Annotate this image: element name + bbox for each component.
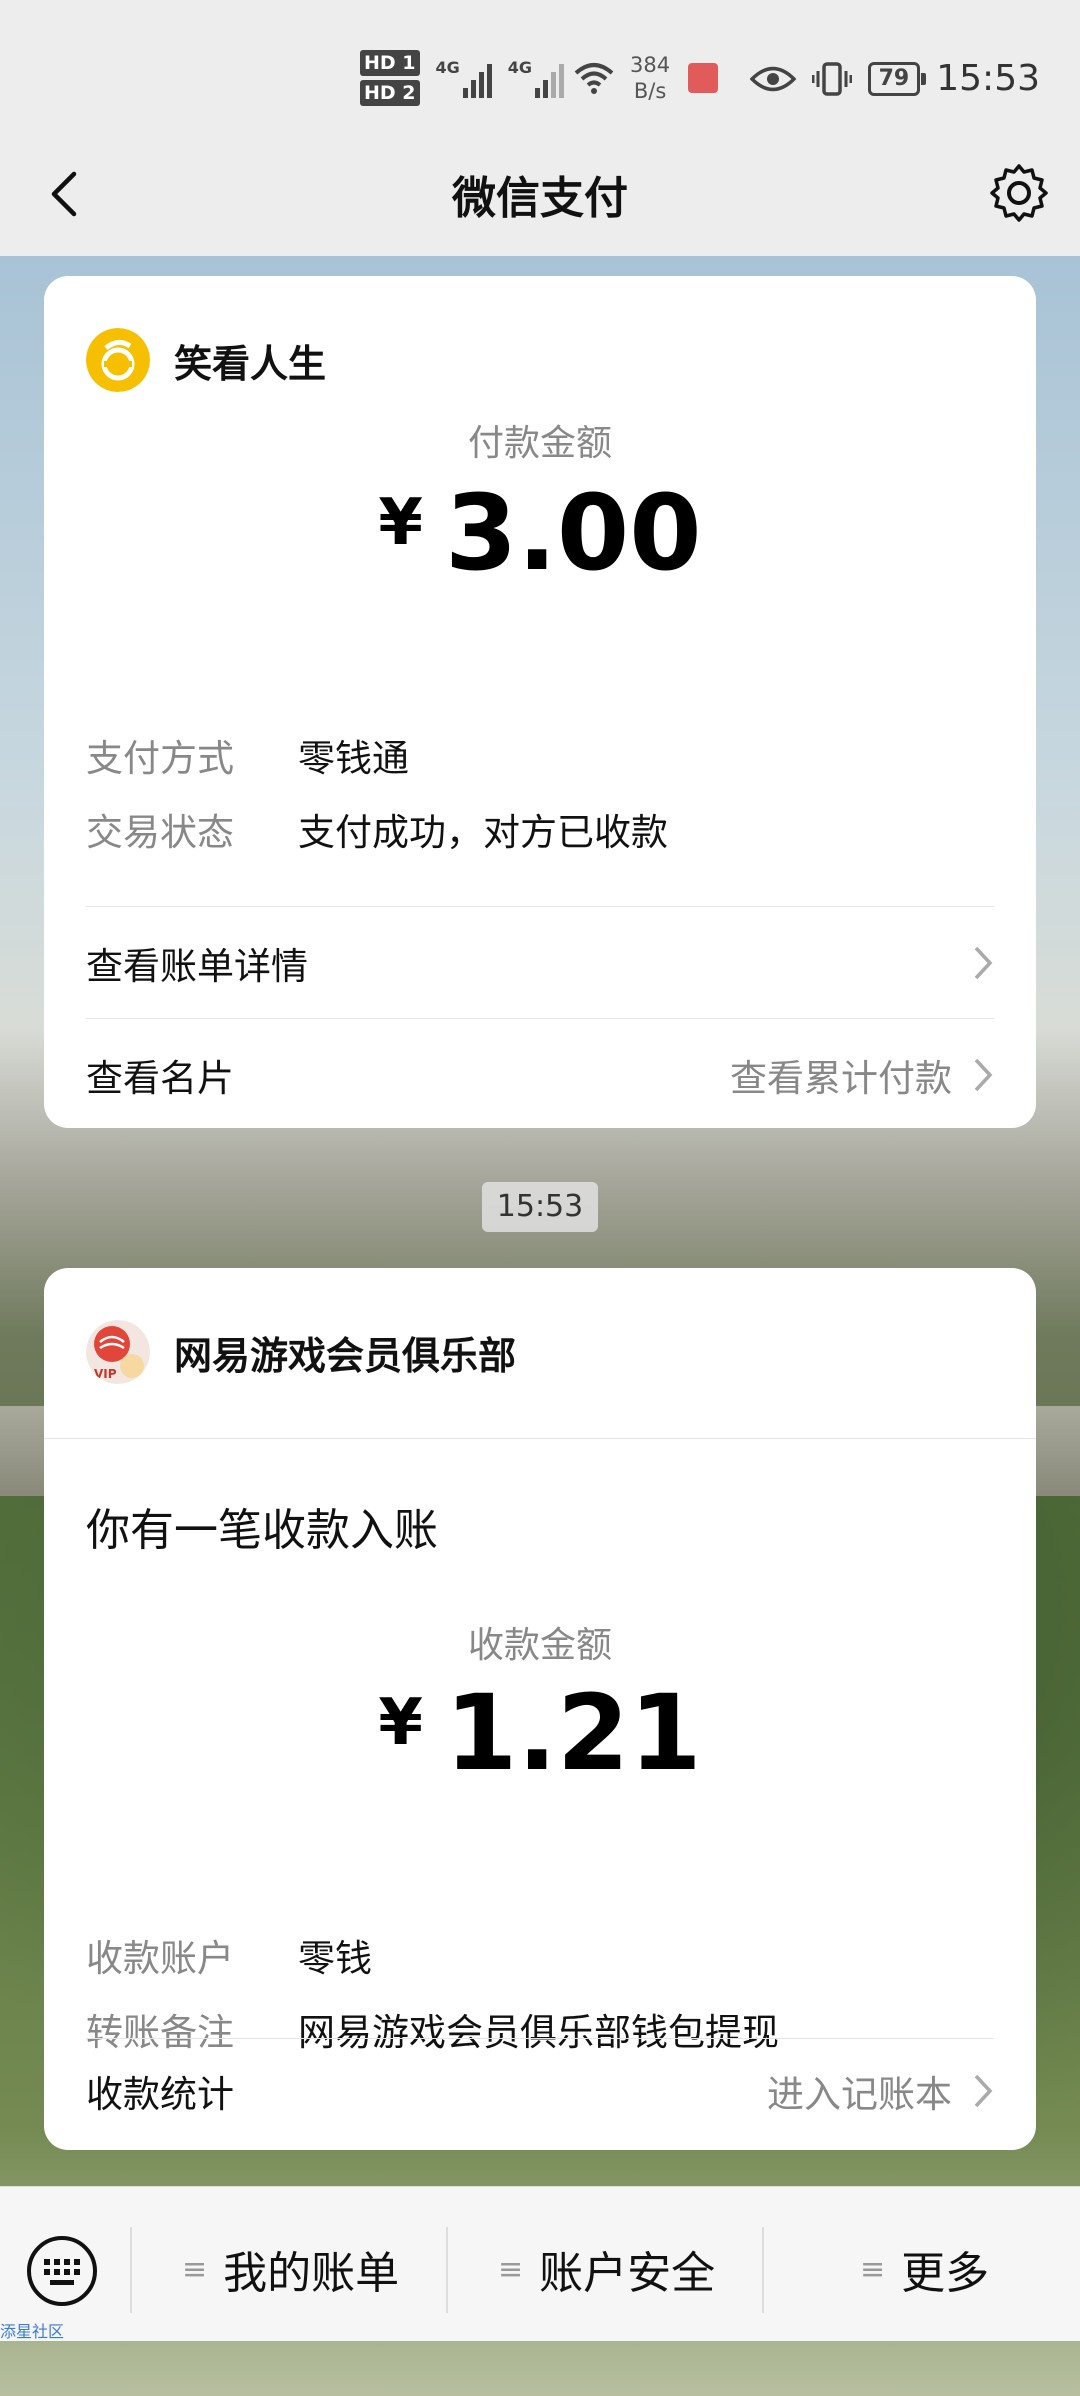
cumulative-label: 查看累计付款 — [730, 1057, 952, 1100]
divider — [86, 1018, 994, 1019]
tab-label: 账户安全 — [539, 2248, 716, 2299]
status-right: 79 15:53 — [749, 58, 1040, 99]
keyboard-icon[interactable] — [26, 2235, 98, 2307]
income-stats-link[interactable]: 收款统计 进入记账本 — [86, 2046, 994, 2136]
income-stats-label: 收款统计 — [86, 2073, 234, 2116]
currency-symbol: ¥ — [378, 486, 423, 560]
network-speed: 384 B/s — [630, 52, 670, 104]
tab-separator — [130, 2227, 132, 2313]
tab-label: 我的账单 — [223, 2248, 400, 2299]
chevron-right-icon — [974, 1058, 993, 1092]
chevron-right-icon — [974, 946, 993, 980]
merchant-header[interactable]: 笑看人生 — [86, 328, 326, 392]
gear-icon[interactable] — [988, 162, 1050, 224]
wifi-icon — [574, 63, 614, 94]
row-key: 交易状态 — [86, 811, 234, 854]
cumulative-payment-link[interactable]: 查看累计付款 — [730, 1048, 994, 1102]
svg-text:VIP: VIP — [94, 1367, 117, 1381]
signal1-icon: 4G — [436, 58, 492, 98]
merchant-card-link[interactable]: 查看名片 查看累计付款 — [86, 1030, 994, 1120]
merchant-logo-icon — [86, 328, 150, 392]
status-bar: HD 1 HD 2 4G 4G 384 B/s 79 15:53 — [0, 0, 1080, 150]
sim-badges: HD 1 HD 2 — [360, 48, 420, 108]
net1-label: 4G — [435, 58, 460, 77]
status-left: HD 1 HD 2 4G 4G 384 B/s — [360, 48, 719, 108]
merchant-avatar: VIP — [86, 1320, 150, 1384]
detail-row-account: 收款账户 零钱 — [86, 1928, 372, 1982]
tab-separator — [762, 2227, 764, 2313]
detail-row-status: 交易状态 支付成功，对方已收款 — [86, 802, 668, 856]
merchant-header[interactable]: VIP 网易游戏会员俱乐部 — [86, 1320, 516, 1384]
eye-icon — [749, 66, 796, 91]
tab-more[interactable]: ≡ 更多 — [860, 2239, 989, 2299]
notification-icon — [688, 63, 719, 93]
menu-lines-icon: ≡ — [182, 2251, 208, 2287]
sim2-badge: HD 2 — [360, 80, 420, 106]
tab-separator — [446, 2227, 448, 2313]
chevron-right-icon — [974, 2074, 993, 2108]
detail-row-method: 支付方式 零钱通 — [86, 728, 409, 782]
message-timestamp: 15:53 — [482, 1182, 598, 1232]
netease-vip-logo-icon: VIP — [86, 1320, 150, 1384]
sim1-badge: HD 1 — [360, 50, 420, 76]
page-title: 微信支付 — [452, 173, 628, 224]
merchant-avatar — [86, 328, 150, 392]
speed-unit: B/s — [633, 79, 667, 103]
payment-card[interactable]: 笑看人生 付款金额 ¥3.00 支付方式 零钱通 交易状态 支付成功，对方已收款… — [44, 276, 1036, 1128]
income-notice: 你有一笔收款入账 — [86, 1505, 438, 1556]
amount-label: 收款金额 — [467, 1625, 612, 1666]
divider — [86, 906, 994, 907]
income-card[interactable]: VIP 网易游戏会员俱乐部 你有一笔收款入账 收款金额 ¥1.21 收款账户 零… — [44, 1268, 1036, 2150]
battery-icon: 79 — [867, 61, 926, 96]
tab-my-bills[interactable]: ≡ 我的账单 — [182, 2239, 399, 2299]
ledger-label: 进入记账本 — [767, 2073, 952, 2116]
vibrate-icon — [811, 61, 852, 96]
tab-account-security[interactable]: ≡ 账户安全 — [498, 2239, 715, 2299]
payment-amount: ¥3.00 — [44, 472, 1036, 594]
divider — [44, 1438, 1036, 1439]
bill-detail-link[interactable]: 查看账单详情 — [86, 918, 994, 1008]
row-key: 收款账户 — [86, 1937, 234, 1980]
menu-lines-icon: ≡ — [498, 2251, 524, 2287]
menu-lines-icon: ≡ — [860, 2251, 886, 2287]
currency-symbol: ¥ — [378, 1686, 423, 1760]
merchant-name: 网易游戏会员俱乐部 — [174, 1333, 517, 1378]
speed-value: 384 — [630, 53, 671, 77]
net2-label: 4G — [507, 58, 533, 77]
merchant-name: 笑看人生 — [174, 341, 327, 386]
status-time: 15:53 — [936, 58, 1040, 99]
merchant-card-label: 查看名片 — [86, 1057, 234, 1100]
bottom-menu-bar: ≡ 我的账单 ≡ 账户安全 ≡ 更多 — [0, 2186, 1080, 2341]
signal2-icon: 4G — [507, 58, 565, 98]
watermark: 添星社区 — [0, 2322, 65, 2341]
row-value: 零钱通 — [298, 737, 409, 780]
row-value: 支付成功，对方已收款 — [298, 811, 668, 854]
amount-label: 付款金额 — [467, 423, 612, 464]
divider — [86, 2038, 994, 2039]
ledger-link[interactable]: 进入记账本 — [767, 2064, 994, 2118]
row-value: 零钱 — [298, 1937, 372, 1980]
amount-value: 1.21 — [444, 1672, 702, 1794]
tab-label: 更多 — [901, 2248, 990, 2299]
amount-value: 3.00 — [444, 472, 702, 594]
row-key: 支付方式 — [86, 737, 234, 780]
bill-detail-label: 查看账单详情 — [86, 945, 308, 988]
income-amount: ¥1.21 — [44, 1672, 1036, 1794]
nav-bar: 微信支付 — [0, 130, 1080, 256]
